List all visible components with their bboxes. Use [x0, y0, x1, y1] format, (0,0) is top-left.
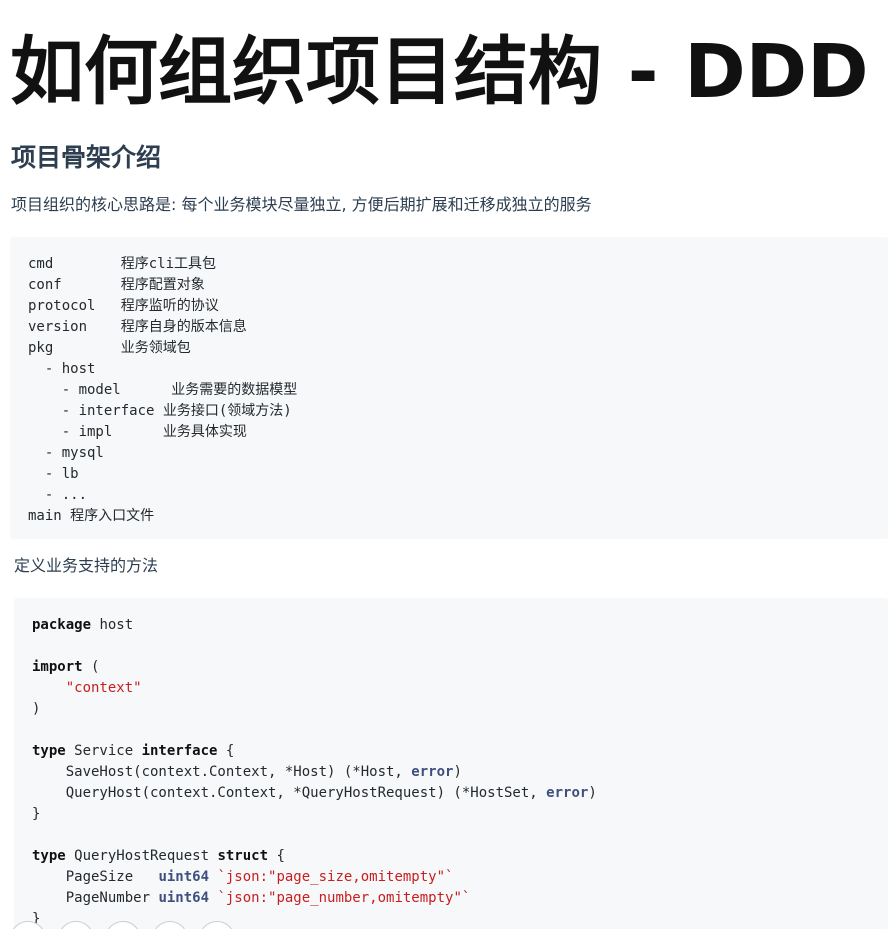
brace-open: {	[268, 848, 285, 864]
tree-line: - impl 业务具体实现	[28, 424, 247, 440]
error-type: error	[546, 785, 589, 801]
tree-line: - model 业务需要的数据模型	[28, 382, 298, 398]
keyword: type	[32, 848, 66, 864]
keyword: import	[32, 659, 83, 675]
uint64-type: uint64	[158, 890, 210, 906]
tree-line: - interface 业务接口(领域方法)	[28, 403, 292, 419]
service-name: Service	[65, 743, 142, 759]
code-line-page-number: PageNumber uint64 `json:"page_number,omi…	[32, 888, 888, 909]
intro-paragraph: 项目组织的核心思路是: 每个业务模块尽量独立, 方便后期扩展和迁移成独立的服务	[11, 195, 592, 214]
save-host-signature: SaveHost(context.Context, *Host) (*Host,	[32, 764, 412, 780]
round-button[interactable]	[10, 921, 46, 929]
code-line-query-host: QueryHost(context.Context, *QueryHostReq…	[32, 783, 888, 804]
tree-line: - host	[28, 361, 96, 377]
round-button[interactable]	[105, 921, 141, 929]
go-code: package host import ( "context") type Serv…	[32, 615, 888, 929]
page-title: 如何组织项目结构 - DDD	[10, 29, 869, 115]
code-line-import-close: )	[32, 699, 888, 720]
struct-tag: `json:"page_number,omitempty"`	[209, 890, 471, 906]
section-heading: 项目骨架介绍	[11, 143, 162, 172]
keyword: type	[32, 743, 66, 759]
tree-line: version 程序自身的版本信息	[28, 319, 247, 335]
keyword: struct	[217, 848, 269, 864]
code-line-package: package host	[32, 615, 888, 636]
brace-open: {	[217, 743, 235, 759]
code-line-save-host: SaveHost(context.Context, *Host) (*Host,…	[32, 762, 888, 783]
go-code-block: package host import ( "context") type Serv…	[14, 598, 888, 929]
paren-close: )	[588, 785, 597, 801]
package-name: host	[91, 617, 134, 633]
brace-close: }	[32, 806, 41, 822]
code-line-import: import (	[32, 657, 888, 678]
code-line-page-size: PageSize uint64 `json:"page_size,omitemp…	[32, 867, 888, 888]
struct-tag: `json:"page_size,omitempty"`	[209, 869, 454, 885]
import-open: (	[82, 659, 100, 675]
keyword: package	[32, 617, 92, 633]
code-line-brace-close: }	[32, 804, 888, 825]
field-page-number: PageNumber	[32, 890, 159, 906]
tree-line: - ...	[28, 487, 88, 503]
paren-close: )	[453, 764, 462, 780]
tree-line: main 程序入口文件	[28, 508, 155, 524]
error-type: error	[411, 764, 454, 780]
field-page-size: PageSize	[32, 869, 159, 885]
document-page: 如何组织项目结构 - DDD 项目骨架介绍 项目组织的核心思路是: 每个业务模块…	[0, 0, 888, 929]
tree-code-block: cmd 程序cli工具包 conf 程序配置对象 protocol 程序监听的协议 v…	[10, 237, 888, 539]
tree-line: protocol 程序监听的协议	[28, 298, 219, 314]
bottom-toolbar	[10, 921, 270, 929]
round-button[interactable]	[152, 921, 188, 929]
code-line-type-request: type QueryHostRequest struct {	[32, 846, 888, 867]
request-name: QueryHostRequest	[65, 848, 218, 864]
import-path-string: "context"	[65, 680, 142, 696]
tree-line: - lb	[28, 466, 79, 482]
tree-line: - mysql	[28, 445, 104, 461]
code-line-type-service: type Service interface {	[32, 741, 888, 762]
tree-line: pkg 业务领域包	[28, 340, 191, 356]
tree-line: cmd 程序cli工具包	[28, 256, 217, 272]
query-host-signature: QueryHost(context.Context, *QueryHostReq…	[32, 785, 547, 801]
keyword: interface	[141, 743, 218, 759]
uint64-type: uint64	[158, 869, 210, 885]
code-line-import-path: "context"	[32, 678, 888, 699]
method-paragraph: 定义业务支持的方法	[14, 556, 159, 575]
import-close: )	[32, 701, 41, 717]
tree-line: conf 程序配置对象	[28, 277, 205, 293]
tree-code: cmd 程序cli工具包 conf 程序配置对象 protocol 程序监听的协议 v…	[28, 254, 888, 527]
round-button[interactable]	[199, 921, 235, 929]
round-button[interactable]	[58, 921, 94, 929]
